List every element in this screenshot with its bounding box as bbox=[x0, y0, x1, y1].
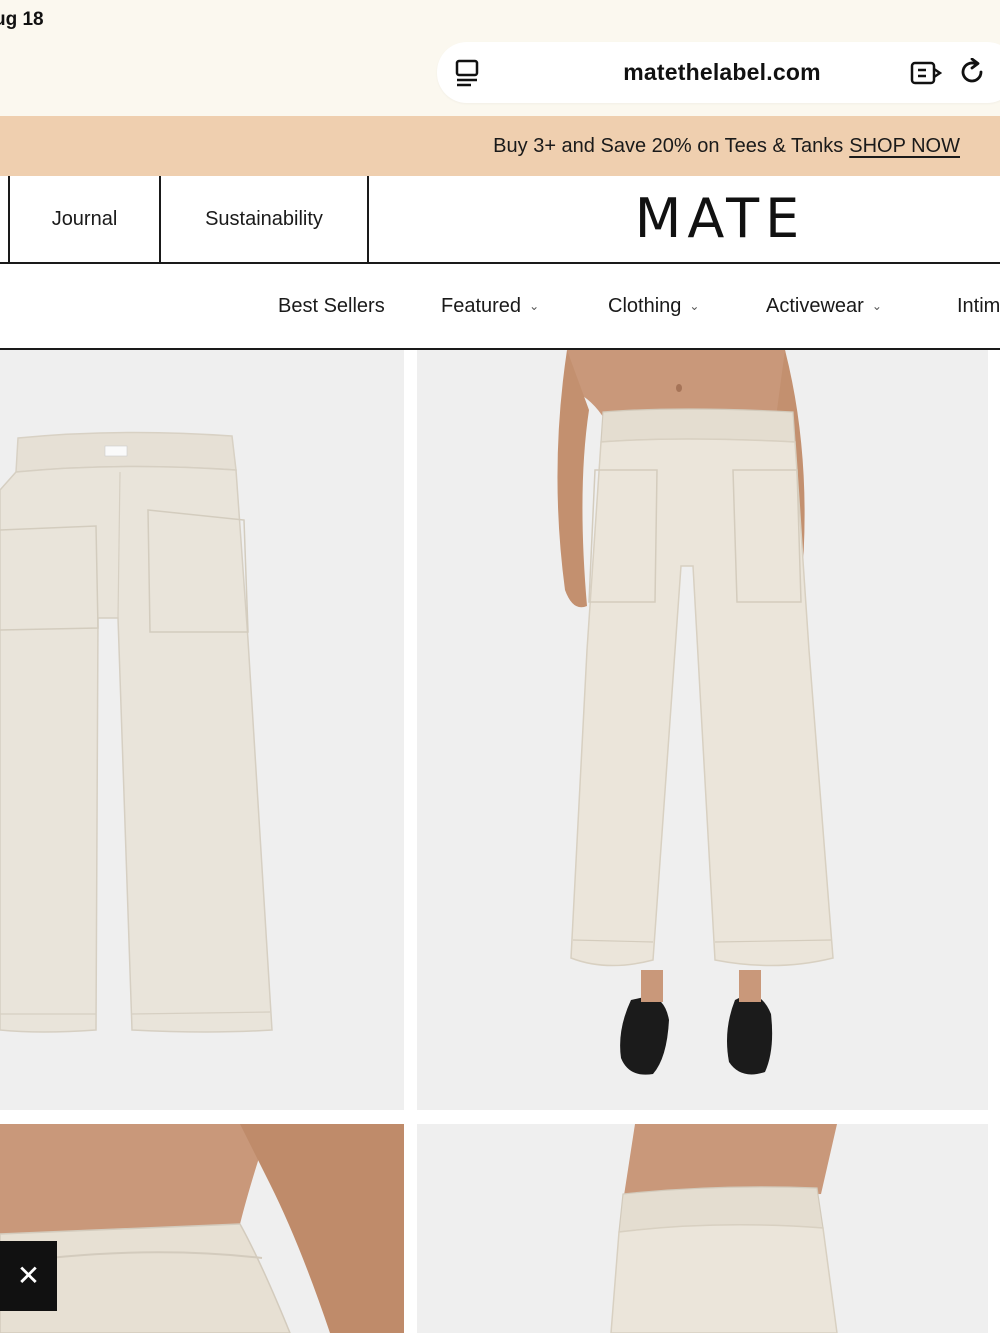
catnav-best-sellers[interactable]: Best Sellers bbox=[278, 264, 385, 348]
product-image-detail-left[interactable] bbox=[0, 1124, 404, 1333]
catnav-clothing[interactable]: Clothing ⌄ bbox=[608, 264, 699, 348]
close-button[interactable]: ✕ bbox=[0, 1241, 57, 1311]
top-nav-journal[interactable]: Journal bbox=[10, 176, 161, 262]
catnav-label: Featured bbox=[441, 295, 522, 317]
promo-text-wrap: Buy 3+ and Save 20% on Tees & Tanks SHOP … bbox=[493, 116, 960, 176]
browser-chrome: ug 18 matethelabel.com bbox=[0, 0, 1000, 116]
reader-mode-icon[interactable] bbox=[910, 60, 942, 86]
status-date: ug 18 bbox=[0, 9, 44, 30]
catnav-label: Best Sellers bbox=[278, 295, 385, 317]
chevron-down-icon: ⌄ bbox=[871, 299, 882, 313]
address-bar[interactable]: matethelabel.com bbox=[437, 42, 1000, 103]
waistband-detail-illustration bbox=[417, 1124, 988, 1333]
promo-text: Buy 3+ and Save 20% on Tees & Tanks bbox=[493, 135, 844, 157]
catnav-activewear[interactable]: Activewear ⌄ bbox=[766, 264, 882, 348]
promo-banner: Buy 3+ and Save 20% on Tees & Tanks SHOP … bbox=[0, 116, 1000, 176]
catnav-label: Clothing bbox=[608, 295, 682, 317]
product-image-model[interactable] bbox=[417, 350, 988, 1110]
top-nav-spacer bbox=[0, 176, 10, 262]
product-image-detail-right[interactable] bbox=[417, 1124, 988, 1333]
catnav-intimates[interactable]: Intim bbox=[957, 264, 1000, 348]
product-image-flatlay[interactable] bbox=[0, 350, 404, 1110]
catnav-featured[interactable]: Featured ⌄ bbox=[441, 264, 539, 348]
top-nav-sustainability[interactable]: Sustainability bbox=[161, 176, 369, 262]
pants-flatlay-illustration bbox=[0, 350, 404, 1110]
pants-model-illustration bbox=[417, 350, 988, 1110]
brand-logo[interactable]: MATE bbox=[620, 188, 820, 250]
chevron-down-icon: ⌄ bbox=[689, 299, 700, 313]
top-nav: Journal Sustainability MATE bbox=[0, 176, 1000, 264]
waistband-detail-illustration bbox=[0, 1124, 404, 1333]
product-grid bbox=[0, 350, 1000, 1333]
reload-icon[interactable] bbox=[959, 58, 987, 86]
chevron-down-icon: ⌄ bbox=[529, 299, 540, 313]
catnav-label: Activewear bbox=[766, 295, 864, 317]
category-nav: Best Sellers Featured ⌄ Clothing ⌄ Activew… bbox=[0, 264, 1000, 350]
promo-shop-now-link[interactable]: SHOP NOW bbox=[849, 135, 960, 157]
catnav-label: Intim bbox=[957, 295, 1000, 317]
